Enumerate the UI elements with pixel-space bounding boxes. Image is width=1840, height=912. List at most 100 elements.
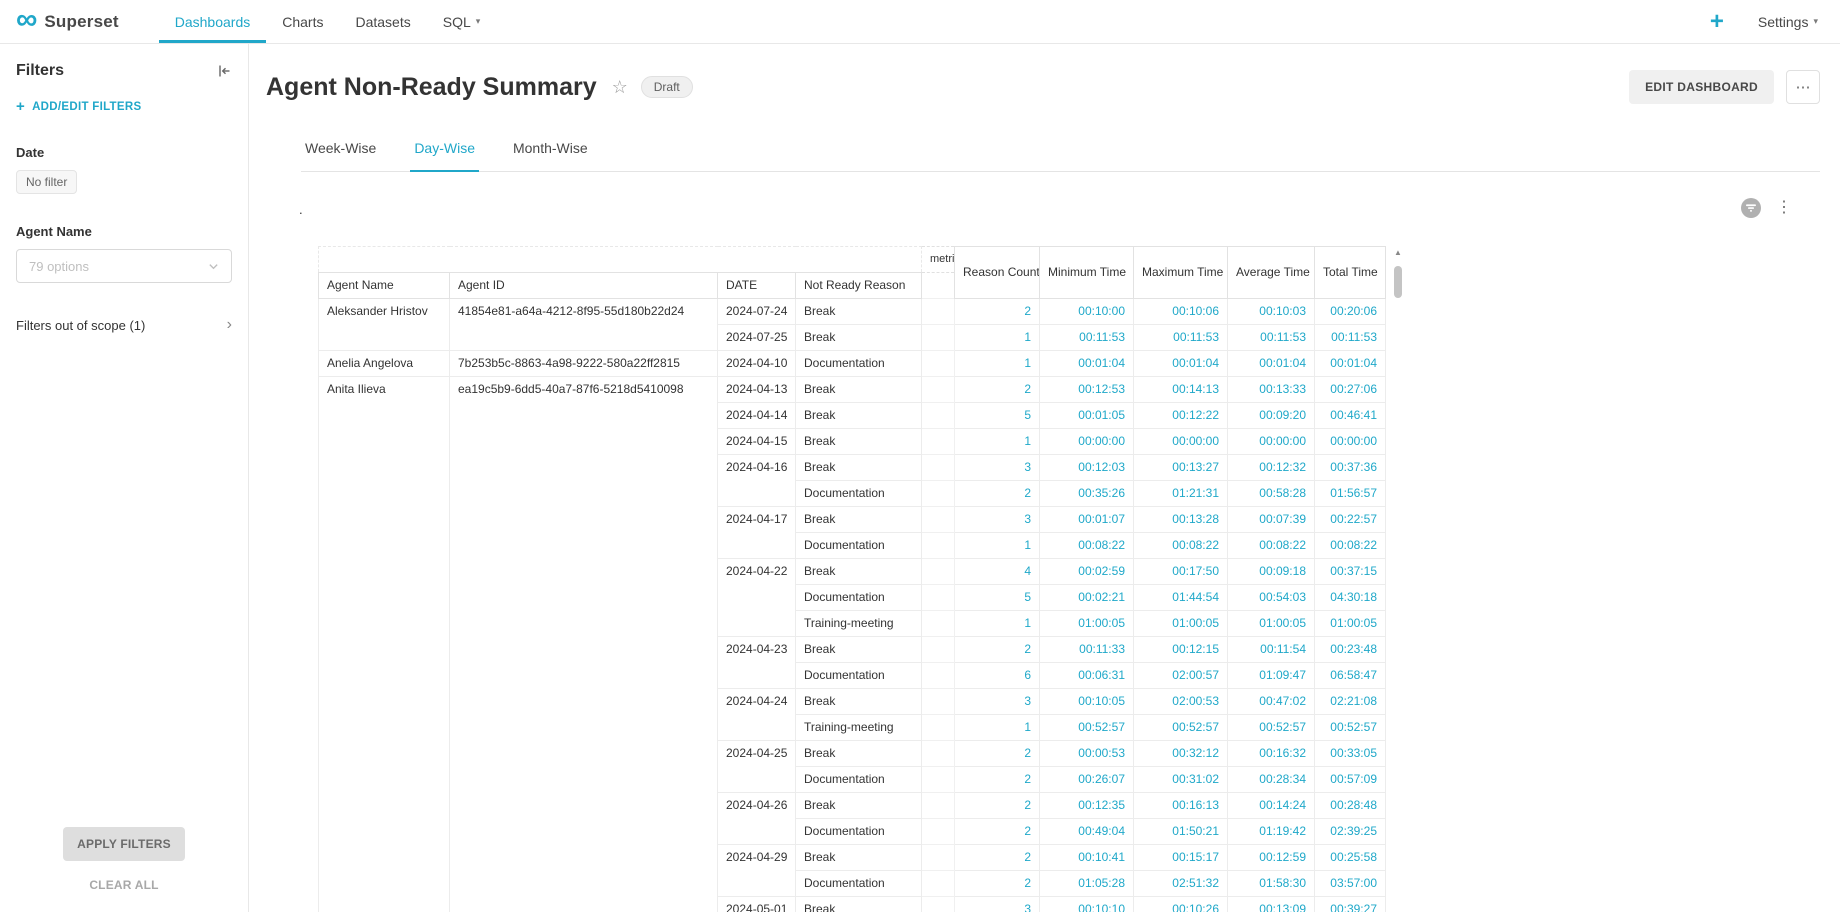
table-cell: Aleksander Hristov bbox=[319, 299, 450, 351]
table-cell: ea19c5b9-6dd5-40a7-87f6-5218d5410098 bbox=[450, 377, 718, 912]
add-edit-filters-button[interactable]: + ADD/EDIT FILTERS bbox=[16, 98, 232, 115]
table-cell: 00:39:27 bbox=[1315, 897, 1386, 912]
table-cell bbox=[922, 377, 955, 403]
dashboard-header: Agent Non-Ready Summary ☆ Draft EDIT DAS… bbox=[249, 44, 1840, 104]
chevron-down-icon bbox=[208, 261, 219, 272]
table-cell: 01:00:05 bbox=[1040, 611, 1134, 637]
table-cell bbox=[922, 741, 955, 767]
table-cell: 2 bbox=[955, 871, 1040, 897]
table-scrollbar[interactable]: ▲ bbox=[1392, 248, 1404, 896]
table-cell: 00:07:39 bbox=[1228, 507, 1315, 533]
table-cell: 2 bbox=[955, 767, 1040, 793]
favorite-star-icon[interactable]: ☆ bbox=[612, 77, 628, 98]
table-cell: 2 bbox=[955, 637, 1040, 663]
table-cell: 2024-04-17 bbox=[718, 507, 796, 559]
table-cell bbox=[922, 559, 955, 585]
table-cell bbox=[922, 715, 955, 741]
table-cell: Break bbox=[796, 845, 922, 871]
superset-logo[interactable]: ∞ Superset bbox=[16, 0, 119, 43]
table-cell bbox=[922, 403, 955, 429]
nav-item-label: Charts bbox=[282, 14, 323, 30]
table-cell bbox=[922, 767, 955, 793]
table-cell: 04:30:18 bbox=[1315, 585, 1386, 611]
table-cell: 01:05:28 bbox=[1040, 871, 1134, 897]
table-cell: 00:57:09 bbox=[1315, 767, 1386, 793]
filters-out-of-scope-toggle[interactable]: Filters out of scope (1) › bbox=[16, 317, 232, 333]
table-cell: Documentation bbox=[796, 351, 922, 377]
table-cell: 00:22:57 bbox=[1315, 507, 1386, 533]
table-cell: 00:11:54 bbox=[1228, 637, 1315, 663]
table-cell: 2024-04-24 bbox=[718, 689, 796, 741]
table-cell: 00:10:41 bbox=[1040, 845, 1134, 871]
table-cell: 00:09:18 bbox=[1228, 559, 1315, 585]
table-cell: 00:16:32 bbox=[1228, 741, 1315, 767]
table-cell: 00:08:22 bbox=[1134, 533, 1228, 559]
table-cell: 00:54:03 bbox=[1228, 585, 1315, 611]
table-cell: 02:51:32 bbox=[1134, 871, 1228, 897]
collapse-sidebar-button[interactable] bbox=[216, 63, 232, 79]
nav-item-charts[interactable]: Charts bbox=[266, 0, 339, 43]
table-cell: 00:31:02 bbox=[1134, 767, 1228, 793]
table-cell: 01:44:54 bbox=[1134, 585, 1228, 611]
table-cell: 1 bbox=[955, 611, 1040, 637]
column-header: Agent ID bbox=[450, 273, 718, 299]
settings-menu[interactable]: Settings ▾ bbox=[1758, 14, 1818, 30]
tab-day-wise[interactable]: Day-Wise bbox=[410, 140, 479, 172]
nav-item-label: Datasets bbox=[355, 14, 410, 30]
edit-dashboard-button[interactable]: EDIT DASHBOARD bbox=[1629, 70, 1774, 104]
nav-item-sql[interactable]: SQL ▾ bbox=[427, 0, 497, 43]
table-cell: Break bbox=[796, 793, 922, 819]
table-cell: 00:01:05 bbox=[1040, 403, 1134, 429]
table-cell: 00:14:13 bbox=[1134, 377, 1228, 403]
table-cell: 2024-07-24 bbox=[718, 299, 796, 325]
table-cell: 00:26:07 bbox=[1040, 767, 1134, 793]
column-header: Agent Name bbox=[319, 273, 450, 299]
clear-all-button[interactable]: CLEAR ALL bbox=[89, 878, 158, 892]
plus-icon: + bbox=[16, 98, 25, 115]
table-cell: 00:01:04 bbox=[1134, 351, 1228, 377]
table-cell: 00:11:53 bbox=[1134, 325, 1228, 351]
table-cell: 00:10:06 bbox=[1134, 299, 1228, 325]
table-cell: 2024-04-26 bbox=[718, 793, 796, 845]
column-header bbox=[922, 273, 955, 299]
table-cell: 00:02:21 bbox=[1040, 585, 1134, 611]
new-item-button[interactable]: + bbox=[1710, 10, 1724, 34]
agent-name-filter-label: Agent Name bbox=[16, 224, 232, 239]
agent-name-select[interactable]: 79 options bbox=[16, 249, 232, 283]
scroll-up-icon[interactable]: ▲ bbox=[1392, 248, 1404, 258]
nav-item-dashboards[interactable]: Dashboards bbox=[159, 0, 267, 43]
table-cell: Break bbox=[796, 429, 922, 455]
tab-month-wise[interactable]: Month-Wise bbox=[509, 140, 592, 172]
date-filter-value-chip[interactable]: No filter bbox=[16, 170, 77, 194]
applied-filters-indicator[interactable] bbox=[1741, 198, 1761, 218]
column-header: metric bbox=[922, 247, 955, 273]
filter-icon bbox=[1741, 198, 1761, 218]
table-cell: 02:00:53 bbox=[1134, 689, 1228, 715]
dashboard-more-button[interactable]: ⋯ bbox=[1786, 70, 1820, 104]
scrollbar-thumb[interactable] bbox=[1394, 266, 1402, 298]
table-cell bbox=[922, 299, 955, 325]
pivot-table: metricReason CountMinimum TimeMaximum Ti… bbox=[318, 246, 1386, 912]
apply-filters-button[interactable]: APPLY FILTERS bbox=[63, 827, 185, 861]
top-navigation-bar: ∞ Superset Dashboards Charts Datasets SQ… bbox=[0, 0, 1840, 44]
chart-options-menu[interactable]: ⋮ bbox=[1776, 200, 1792, 216]
table-cell: 2024-04-29 bbox=[718, 845, 796, 897]
tab-label: Day-Wise bbox=[414, 140, 475, 156]
column-header: Total Time bbox=[1315, 247, 1386, 299]
table-cell: 00:23:48 bbox=[1315, 637, 1386, 663]
table-cell: Break bbox=[796, 689, 922, 715]
add-edit-filters-label: ADD/EDIT FILTERS bbox=[32, 101, 141, 113]
main-nav: Dashboards Charts Datasets SQL ▾ bbox=[159, 0, 497, 43]
table-cell: 41854e81-a64a-4212-8f95-55d180b22d24 bbox=[450, 299, 718, 351]
table-cell: 2 bbox=[955, 741, 1040, 767]
column-header: DATE bbox=[718, 273, 796, 299]
tab-week-wise[interactable]: Week-Wise bbox=[301, 140, 380, 172]
table-cell: Documentation bbox=[796, 533, 922, 559]
table-cell: Documentation bbox=[796, 819, 922, 845]
table-cell: 2024-04-25 bbox=[718, 741, 796, 793]
nav-item-datasets[interactable]: Datasets bbox=[339, 0, 426, 43]
brand-name: Superset bbox=[44, 12, 118, 32]
table-cell: 00:10:26 bbox=[1134, 897, 1228, 912]
table-cell: Documentation bbox=[796, 663, 922, 689]
table-cell: 00:13:28 bbox=[1134, 507, 1228, 533]
